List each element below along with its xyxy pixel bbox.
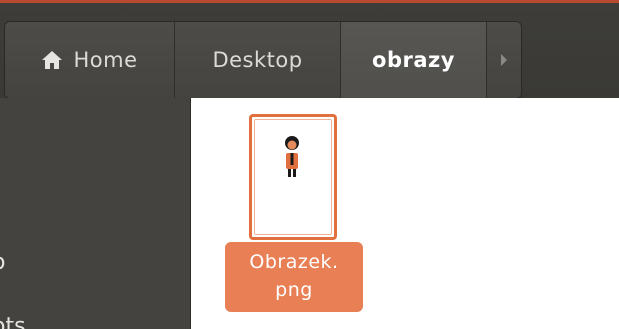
file-item[interactable]: Obrazek. png [223, 114, 365, 314]
file-thumbnail[interactable] [249, 114, 337, 240]
path-desktop-button[interactable]: Desktop [175, 22, 341, 98]
path-current-label: obrazy [372, 48, 455, 72]
file-name-line-2: png [275, 279, 313, 301]
sidebar-item-partial-screenshots[interactable]: ots [0, 314, 26, 329]
file-name-label[interactable]: Obrazek. png [225, 242, 363, 312]
chevron-right-icon [501, 54, 507, 66]
file-name-line-1: Obrazek. [249, 251, 339, 273]
path-desktop-label: Desktop [212, 48, 303, 72]
sidebar: o ots [0, 98, 191, 329]
file-view[interactable]: Obrazek. png [191, 98, 619, 329]
path-bar: Home Desktop obrazy [4, 21, 522, 99]
sidebar-item-partial[interactable]: o [0, 250, 5, 275]
home-icon [42, 51, 63, 69]
path-forward-button[interactable] [487, 22, 521, 98]
toolbar: Home Desktop obrazy [0, 0, 619, 99]
path-home-button[interactable]: Home [5, 22, 175, 98]
path-obrazy-button[interactable]: obrazy [341, 22, 487, 98]
person-figure-icon [285, 136, 299, 177]
path-home-label: Home [73, 48, 138, 72]
